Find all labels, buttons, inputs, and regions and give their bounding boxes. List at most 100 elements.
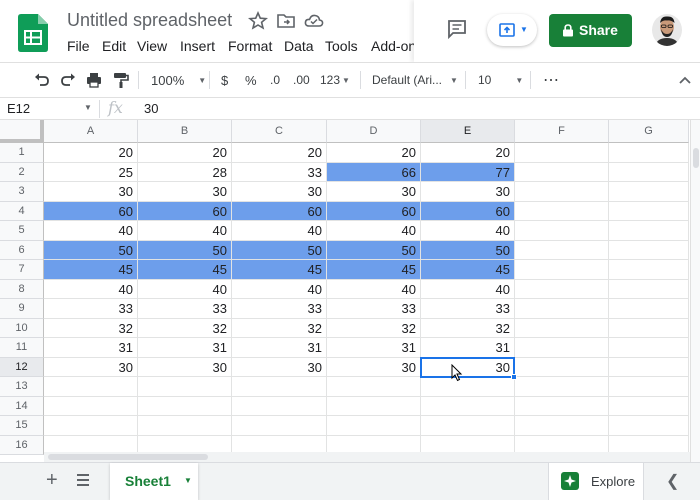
percent-button[interactable]: % (245, 63, 257, 97)
cell-e5[interactable]: 40 (421, 221, 515, 241)
cell-e10[interactable]: 32 (421, 318, 515, 338)
menu-edit[interactable]: Edit (102, 38, 126, 54)
cell-f2[interactable] (515, 162, 609, 182)
cell-b11[interactable]: 31 (138, 338, 232, 358)
menu-format[interactable]: Format (228, 38, 272, 54)
cell-d9[interactable]: 33 (327, 299, 421, 319)
cell-d13[interactable] (327, 377, 421, 397)
cell-f10[interactable] (515, 318, 609, 338)
chevron-down-icon[interactable]: ▼ (84, 103, 92, 112)
cell-b2[interactable]: 28 (138, 162, 232, 182)
star-icon[interactable] (248, 11, 268, 31)
explore-button[interactable]: Explore (548, 463, 644, 500)
undo-icon[interactable] (33, 71, 51, 89)
cell-a9[interactable]: 33 (44, 299, 138, 319)
cell-d4[interactable]: 60 (327, 201, 421, 221)
cell-d14[interactable] (327, 396, 421, 416)
cell-e14[interactable] (421, 396, 515, 416)
row-header-3[interactable]: 3 (0, 182, 44, 202)
cell-b13[interactable] (138, 377, 232, 397)
row-header-15[interactable]: 15 (0, 416, 44, 436)
cell-b9[interactable]: 33 (138, 299, 232, 319)
cell-d2[interactable]: 66 (327, 162, 421, 182)
vertical-scrollbar[interactable] (690, 120, 700, 462)
cell-c6[interactable]: 50 (232, 240, 327, 260)
cell-a1[interactable]: 20 (44, 143, 138, 163)
cell-g10[interactable] (609, 318, 689, 338)
cloud-saved-icon[interactable] (304, 11, 324, 31)
cell-d7[interactable]: 45 (327, 260, 421, 280)
cell-b14[interactable] (138, 396, 232, 416)
cell-g2[interactable] (609, 162, 689, 182)
row-header-12[interactable]: 12 (0, 357, 44, 377)
cell-c10[interactable]: 32 (232, 318, 327, 338)
cell-e15[interactable] (421, 416, 515, 436)
column-header-e[interactable]: E (421, 120, 515, 143)
cell-a14[interactable] (44, 396, 138, 416)
cell-c4[interactable]: 60 (232, 201, 327, 221)
row-header-11[interactable]: 11 (0, 338, 44, 358)
font-select[interactable]: Default (Ari... ▼ (372, 63, 458, 97)
cell-e9[interactable]: 33 (421, 299, 515, 319)
menu-tools[interactable]: Tools (325, 38, 358, 54)
column-header-d[interactable]: D (327, 120, 421, 143)
cell-d6[interactable]: 50 (327, 240, 421, 260)
column-header-f[interactable]: F (515, 120, 609, 143)
cell-d1[interactable]: 20 (327, 143, 421, 163)
cell-b3[interactable]: 30 (138, 182, 232, 202)
cell-b15[interactable] (138, 416, 232, 436)
cell-g13[interactable] (609, 377, 689, 397)
cell-a8[interactable]: 40 (44, 279, 138, 299)
row-header-16[interactable]: 16 (0, 435, 44, 455)
name-box[interactable]: E12 (7, 101, 30, 116)
spreadsheet-grid[interactable]: A B C D E F G 1 20 20 20 20 20 2 25 28 33 66 77 3 30 30 30 30 30… (0, 120, 690, 462)
more-options-button[interactable]: ⋯ (543, 63, 559, 97)
cell-a2[interactable]: 25 (44, 162, 138, 182)
cell-b8[interactable]: 40 (138, 279, 232, 299)
cell-g12[interactable] (609, 357, 689, 377)
cell-e6[interactable]: 50 (421, 240, 515, 260)
cell-b4[interactable]: 60 (138, 201, 232, 221)
cell-a3[interactable]: 30 (44, 182, 138, 202)
cell-c2[interactable]: 33 (232, 162, 327, 182)
row-header-1[interactable]: 1 (0, 143, 44, 163)
cell-c5[interactable]: 40 (232, 221, 327, 241)
tab-sheet1[interactable]: Sheet1 ▼ (110, 463, 198, 500)
menu-data[interactable]: Data (284, 38, 314, 54)
cell-e13[interactable] (421, 377, 515, 397)
fill-handle[interactable] (511, 374, 517, 380)
scroll-thumb[interactable] (693, 148, 699, 168)
cell-e3[interactable]: 30 (421, 182, 515, 202)
cell-b7[interactable]: 45 (138, 260, 232, 280)
chevron-left-icon[interactable]: ❮ (666, 471, 679, 491)
cell-f8[interactable] (515, 279, 609, 299)
cell-f15[interactable] (515, 416, 609, 436)
row-header-13[interactable]: 13 (0, 377, 44, 397)
share-button[interactable]: Share (549, 14, 632, 47)
row-header-10[interactable]: 10 (0, 318, 44, 338)
cell-e7[interactable]: 45 (421, 260, 515, 280)
cell-b5[interactable]: 40 (138, 221, 232, 241)
cell-g4[interactable] (609, 201, 689, 221)
cell-b1[interactable]: 20 (138, 143, 232, 163)
cell-b10[interactable]: 32 (138, 318, 232, 338)
cell-d12[interactable]: 30 (327, 357, 421, 377)
paint-format-icon[interactable] (112, 71, 130, 89)
cell-d8[interactable]: 40 (327, 279, 421, 299)
redo-icon[interactable] (59, 71, 77, 89)
cell-e8[interactable]: 40 (421, 279, 515, 299)
column-header-b[interactable]: B (138, 120, 232, 143)
print-icon[interactable] (85, 71, 103, 89)
cell-g14[interactable] (609, 396, 689, 416)
row-header-8[interactable]: 8 (0, 279, 44, 299)
cell-c9[interactable]: 33 (232, 299, 327, 319)
menu-view[interactable]: View (137, 38, 167, 54)
cell-e2[interactable]: 77 (421, 162, 515, 182)
scroll-thumb[interactable] (48, 454, 208, 460)
more-formats-button[interactable]: 123 ▼ (320, 63, 350, 97)
column-header-a[interactable]: A (44, 120, 138, 143)
cell-b12[interactable]: 30 (138, 357, 232, 377)
cell-c11[interactable]: 31 (232, 338, 327, 358)
cell-f6[interactable] (515, 240, 609, 260)
cell-c13[interactable] (232, 377, 327, 397)
